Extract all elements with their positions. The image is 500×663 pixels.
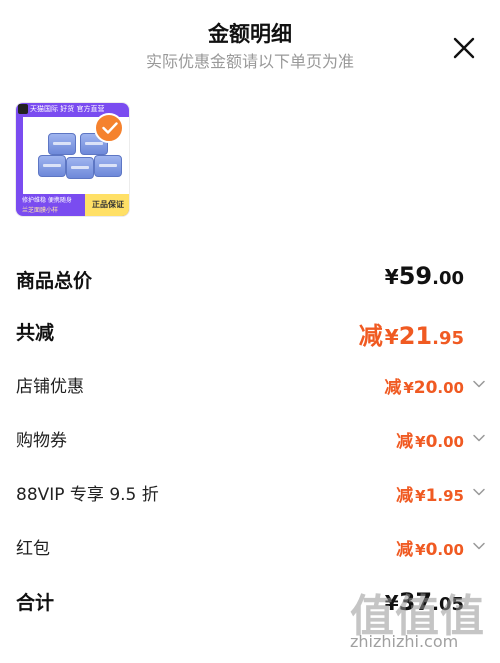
- page-subtitle: 实际优惠金额请以下单页为准: [145, 52, 354, 71]
- header: 金额明细 实际优惠金额请以下单页为准: [0, 0, 500, 80]
- amount-decimal: .00: [437, 433, 464, 451]
- row-amount: 减 ¥1.95: [396, 481, 464, 506]
- chevron-down-icon: [473, 434, 485, 442]
- row-label: 共减: [16, 322, 55, 344]
- amount-decimal: .00: [432, 268, 464, 289]
- amount-decimal: .95: [437, 487, 464, 505]
- amount-currency: ¥: [384, 265, 399, 289]
- row-label: 88VIP 专享 9.5 折: [16, 485, 159, 505]
- row-amount: 减 ¥20.00: [384, 373, 464, 398]
- row-goods-total: 商品总价 ¥59.00: [0, 262, 500, 298]
- amount-prefix: 减: [358, 322, 383, 350]
- amount-currency: ¥: [415, 433, 426, 451]
- amount-currency: ¥: [415, 487, 426, 505]
- watermark-url: zhizhizhi.com: [350, 632, 459, 651]
- row-label: 购物券: [16, 431, 67, 451]
- expand-button[interactable]: [472, 539, 486, 553]
- amount-integer: 1: [425, 486, 438, 506]
- amount-prefix: 减: [396, 540, 414, 560]
- product-bottom-banner: 修护维稳 便携随身 兰芝面膜小样 正品保证: [16, 194, 129, 216]
- amount-prefix: 减: [396, 486, 414, 506]
- amount-prefix: 减: [396, 432, 414, 452]
- row-amount: 减 ¥0.00: [396, 427, 464, 452]
- amount-currency: ¥: [384, 325, 399, 349]
- row-label: 合计: [16, 592, 55, 614]
- amount-integer: 0: [425, 432, 438, 452]
- product-side-strip: [16, 117, 23, 201]
- check-icon: [102, 122, 118, 134]
- row-label: 红包: [16, 539, 50, 559]
- amount-integer: 20: [413, 378, 438, 398]
- product-tagline: 修护维稳 便携随身: [22, 197, 72, 204]
- row-red-packet[interactable]: 红包 减 ¥0.00: [0, 533, 500, 561]
- row-amount: ¥59.00: [383, 262, 464, 290]
- amount-integer: 0: [425, 540, 438, 560]
- amount-prefix: 减: [384, 378, 402, 398]
- row-88vip-discount[interactable]: 88VIP 专享 9.5 折 减 ¥1.95: [0, 479, 500, 507]
- amount-decimal: .00: [437, 541, 464, 559]
- expand-button[interactable]: [472, 485, 486, 499]
- row-label: 店铺优惠: [16, 377, 84, 397]
- chevron-down-icon: [473, 380, 485, 388]
- product-jar: [66, 157, 94, 179]
- amount-integer: 21: [398, 322, 433, 350]
- product-jar: [48, 133, 76, 155]
- product-name: 兰芝面膜小样: [22, 207, 59, 214]
- tmall-icon: [18, 104, 28, 114]
- amount-integer: 59: [398, 262, 433, 290]
- page-title: 金额明细: [208, 22, 292, 46]
- amount-decimal: .00: [437, 379, 464, 397]
- product-top-banner-text: 天猫国际 好货 官方直营: [30, 105, 105, 113]
- amount-currency: ¥: [403, 379, 414, 397]
- row-coupon[interactable]: 购物券 减 ¥0.00: [0, 425, 500, 453]
- expand-button[interactable]: [472, 377, 486, 391]
- close-button[interactable]: [452, 36, 476, 60]
- row-label: 商品总价: [16, 270, 93, 292]
- product-thumbnail[interactable]: 天猫国际 好货 官方直营 修护维稳 便携随身 兰芝面膜小样 正品保证: [15, 102, 130, 217]
- amount-decimal: .95: [432, 328, 464, 349]
- product-jar: [38, 155, 66, 177]
- close-icon: [453, 37, 475, 59]
- product-jar: [94, 155, 122, 177]
- amount-currency: ¥: [415, 541, 426, 559]
- row-shop-discount[interactable]: 店铺优惠 减 ¥20.00: [0, 371, 500, 399]
- chevron-down-icon: [473, 488, 485, 496]
- watermark: 值值值 zhizhizhi.com: [346, 580, 496, 660]
- authentic-badge: 正品保证: [85, 194, 129, 216]
- selected-check-badge: [94, 113, 124, 143]
- row-total-discount: 共减 减 ¥21.95: [0, 316, 500, 352]
- row-amount: 减 ¥21.95: [359, 316, 464, 351]
- chevron-down-icon: [473, 542, 485, 550]
- expand-button[interactable]: [472, 431, 486, 445]
- row-amount: 减 ¥0.00: [396, 535, 464, 560]
